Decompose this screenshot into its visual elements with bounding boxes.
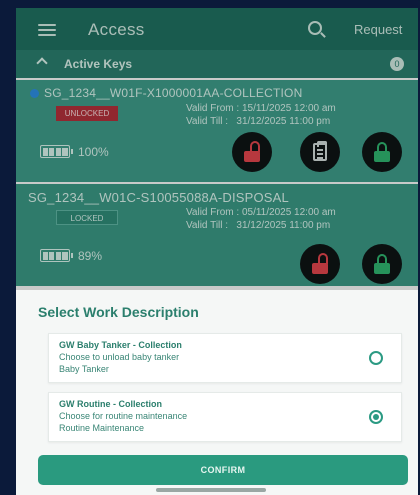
phone-screen: Access Request Active Keys 0 SG_1234__W0… <box>16 8 418 495</box>
work-option-baby-tanker[interactable]: GW Baby Tanker - Collection Choose to un… <box>48 333 402 383</box>
confirm-button[interactable]: CONFIRM <box>38 455 408 485</box>
option-title: GW Routine - Collection <box>59 399 162 409</box>
home-indicator[interactable] <box>156 488 266 492</box>
radio-button-selected[interactable] <box>369 410 383 424</box>
work-option-routine[interactable]: GW Routine - Collection Choose for routi… <box>48 392 402 442</box>
option-description: Baby Tanker <box>59 364 109 374</box>
sheet-title: Select Work Description <box>38 304 199 320</box>
work-description-sheet: Select Work Description GW Baby Tanker -… <box>16 290 418 495</box>
option-description: Routine Maintenance <box>59 423 145 433</box>
option-subtitle: Choose for routine maintenance <box>59 411 188 421</box>
option-title: GW Baby Tanker - Collection <box>59 340 182 350</box>
option-subtitle: Choose to unload baby tanker <box>59 352 180 362</box>
modal-scrim[interactable] <box>16 8 418 290</box>
radio-button[interactable] <box>369 351 383 365</box>
